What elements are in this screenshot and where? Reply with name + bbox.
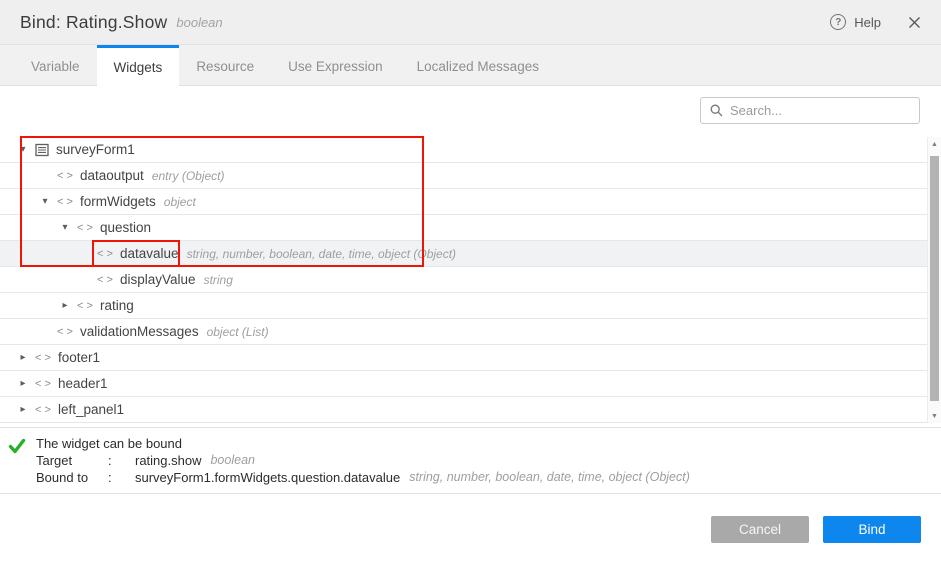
- success-check-icon: [8, 436, 36, 483]
- tree-row-formwidgets[interactable]: formWidgets object: [0, 189, 927, 215]
- tree-row-left-panel1[interactable]: left_panel1: [0, 397, 927, 423]
- search-icon: [710, 104, 723, 117]
- scrollbar-thumb[interactable]: [930, 156, 939, 401]
- target-type: boolean: [210, 452, 255, 469]
- bind-button[interactable]: Bind: [823, 516, 921, 543]
- tree-node-label: validationMessages: [80, 324, 199, 339]
- tree-node-label: dataoutput: [80, 168, 144, 183]
- code-brackets-icon: [76, 222, 94, 234]
- code-brackets-icon: [34, 404, 52, 416]
- code-brackets-icon: [34, 352, 52, 364]
- form-icon: [34, 143, 50, 157]
- scroll-up-icon[interactable]: [928, 137, 941, 151]
- help-button[interactable]: Help: [830, 14, 881, 30]
- target-row: Target : rating.show boolean: [36, 452, 690, 469]
- search-box[interactable]: [700, 97, 920, 124]
- code-brackets-icon: [96, 274, 114, 286]
- tab-localized-messages[interactable]: Localized Messages: [400, 45, 556, 85]
- code-brackets-icon: [56, 196, 74, 208]
- tree-row-surveyform1[interactable]: surveyForm1: [0, 137, 927, 163]
- tree-row-header1[interactable]: header1: [0, 371, 927, 397]
- code-brackets-icon: [34, 378, 52, 390]
- tree-row-footer1[interactable]: footer1: [0, 345, 927, 371]
- binding-status-panel: The widget can be bound Target : rating.…: [0, 427, 941, 494]
- chevron-right-icon[interactable]: [14, 378, 32, 389]
- tree-node-type: object (List): [207, 325, 269, 339]
- widget-tree: surveyForm1 dataoutput entry (Object) fo…: [0, 137, 941, 423]
- target-label: Target: [36, 452, 108, 469]
- tab-variable[interactable]: Variable: [14, 45, 97, 85]
- status-message: The widget can be bound: [36, 436, 690, 452]
- help-icon: [830, 14, 846, 30]
- chevron-down-icon[interactable]: [36, 196, 54, 207]
- bind-dialog: Bind: Rating.Show boolean Help Variable …: [0, 0, 941, 562]
- cancel-button[interactable]: Cancel: [711, 516, 809, 543]
- bound-to-value: surveyForm1.formWidgets.question.dataval…: [135, 469, 400, 486]
- tree-node-label: displayValue: [120, 272, 196, 287]
- target-value: rating.show: [135, 452, 201, 469]
- tree-node-label: surveyForm1: [56, 142, 135, 157]
- tab-bar: Variable Widgets Resource Use Expression…: [0, 45, 941, 86]
- tab-resource[interactable]: Resource: [179, 45, 271, 85]
- code-brackets-icon: [56, 326, 74, 338]
- tree-node-type: string: [204, 273, 233, 287]
- tree-node-label: header1: [58, 376, 108, 391]
- dialog-actions: Cancel Bind: [0, 494, 941, 543]
- tree-node-label: question: [100, 220, 151, 235]
- chevron-down-icon[interactable]: [56, 222, 74, 233]
- tree-node-label: datavalue: [120, 246, 179, 261]
- code-brackets-icon: [56, 170, 74, 182]
- chevron-right-icon[interactable]: [56, 300, 74, 311]
- help-label: Help: [854, 15, 881, 30]
- tree-row-datavalue-selected[interactable]: datavalue string, number, boolean, date,…: [0, 241, 927, 267]
- tree-node-label: left_panel1: [58, 402, 124, 417]
- tree-node-label: rating: [100, 298, 134, 313]
- chevron-down-icon[interactable]: [14, 144, 32, 155]
- tree-node-label: footer1: [58, 350, 100, 365]
- colon-separator: :: [108, 452, 135, 469]
- search-input[interactable]: [730, 103, 911, 118]
- search-row: [0, 86, 941, 137]
- scroll-down-icon[interactable]: [928, 409, 941, 423]
- tab-widgets[interactable]: Widgets: [97, 45, 180, 86]
- tree-node-label: formWidgets: [80, 194, 156, 209]
- code-brackets-icon: [96, 248, 114, 260]
- code-brackets-icon: [76, 300, 94, 312]
- bound-to-row: Bound to : surveyForm1.formWidgets.quest…: [36, 469, 690, 486]
- tree-row-rating[interactable]: rating: [0, 293, 927, 319]
- scrollbar-track[interactable]: [928, 151, 941, 409]
- bound-to-label: Bound to: [36, 469, 108, 486]
- tree-row-question[interactable]: question: [0, 215, 927, 241]
- chevron-right-icon[interactable]: [14, 404, 32, 415]
- dialog-titlebar: Bind: Rating.Show boolean Help: [0, 0, 941, 45]
- tree-row-displayvalue[interactable]: displayValue string: [0, 267, 927, 293]
- tree-row-validationmessages[interactable]: validationMessages object (List): [0, 319, 927, 345]
- colon-separator: :: [108, 469, 135, 486]
- vertical-scrollbar[interactable]: [927, 137, 941, 423]
- bound-to-type: string, number, boolean, date, time, obj…: [409, 469, 690, 486]
- tree-row-dataoutput[interactable]: dataoutput entry (Object): [0, 163, 927, 189]
- tree-node-type: object: [164, 195, 196, 209]
- tree-node-type: entry (Object): [152, 169, 225, 183]
- close-icon[interactable]: [908, 16, 921, 29]
- title-type-annotation: boolean: [176, 15, 222, 30]
- tab-use-expression[interactable]: Use Expression: [271, 45, 400, 85]
- chevron-right-icon[interactable]: [14, 352, 32, 363]
- tree-node-type: string, number, boolean, date, time, obj…: [187, 247, 456, 261]
- page-title: Bind: Rating.Show: [20, 12, 167, 33]
